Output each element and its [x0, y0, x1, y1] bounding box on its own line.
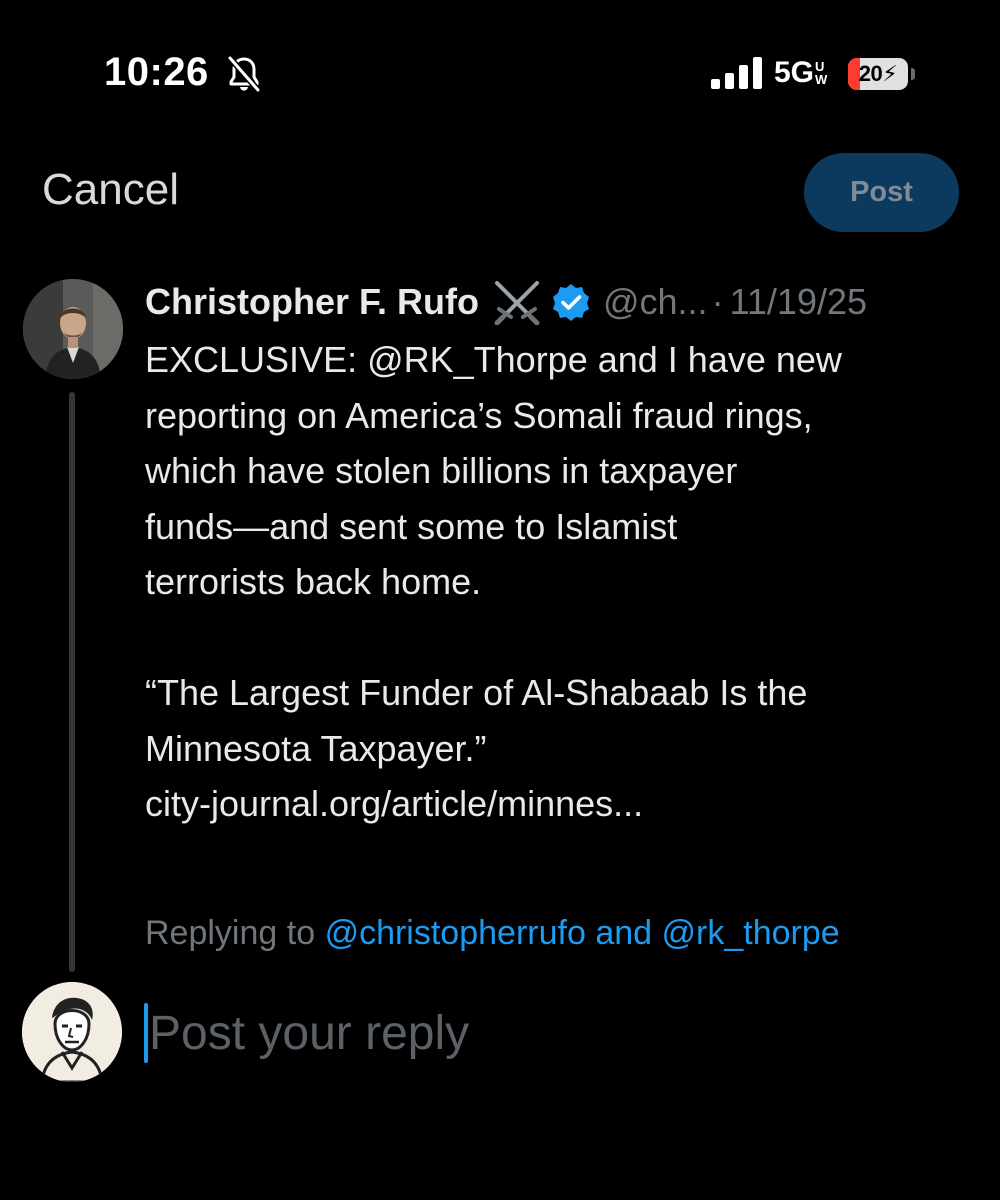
tweet-date: 11/19/25: [729, 281, 868, 322]
battery-charging-icon: 20⚡: [848, 58, 916, 90]
separator-dot: ·: [711, 281, 724, 322]
mention-rk-thorpe[interactable]: @rk_thorpe: [662, 914, 840, 952]
replying-conjunction[interactable]: and: [595, 914, 652, 952]
bell-slash-icon: [227, 55, 261, 93]
tweet-body: EXCLUSIVE: @RK_Thorpe and I have new rep…: [145, 332, 975, 832]
charging-bolt-icon: ⚡: [882, 61, 898, 86]
network-suffix-bottom: W: [815, 72, 828, 87]
cancel-button[interactable]: Cancel: [42, 160, 179, 220]
tweet-paragraph-1: EXCLUSIVE: @RK_Thorpe and I have new rep…: [145, 339, 842, 602]
user-avatar[interactable]: [22, 982, 122, 1082]
status-time: 10:26: [104, 50, 209, 94]
tweet-paragraph-2: “The Largest Funder of Al-Shabaab Is the…: [145, 672, 808, 824]
author-portrait-image: [23, 279, 123, 379]
tweet-header: Christopher F. Rufo @ch... · 11/19/25: [145, 280, 868, 325]
replying-to-line: Replying to @christopherrufo and @rk_tho…: [145, 914, 840, 953]
cellular-signal-icon: [711, 57, 762, 89]
text-caret: [144, 1003, 148, 1063]
author-avatar[interactable]: [23, 279, 123, 379]
status-bar: 10:26 5G U W 20⚡: [0, 0, 1000, 150]
user-portrait-sketch-image: [22, 982, 122, 1082]
author-name[interactable]: Christopher F. Rufo: [145, 281, 479, 323]
post-button[interactable]: Post: [804, 153, 959, 232]
reply-input[interactable]: [149, 1000, 949, 1066]
verified-badge-icon: [552, 284, 589, 321]
replying-prefix: Replying to: [145, 914, 316, 952]
thread-line: [69, 392, 75, 972]
network-type: 5G: [774, 56, 815, 89]
crossed-swords-icon: [494, 281, 540, 325]
network-indicator: 5G U W: [774, 57, 827, 89]
author-handle[interactable]: @ch...: [603, 281, 708, 323]
battery-level: 20: [858, 61, 883, 86]
mention-christopherrufo[interactable]: @christopherrufo: [325, 914, 586, 952]
